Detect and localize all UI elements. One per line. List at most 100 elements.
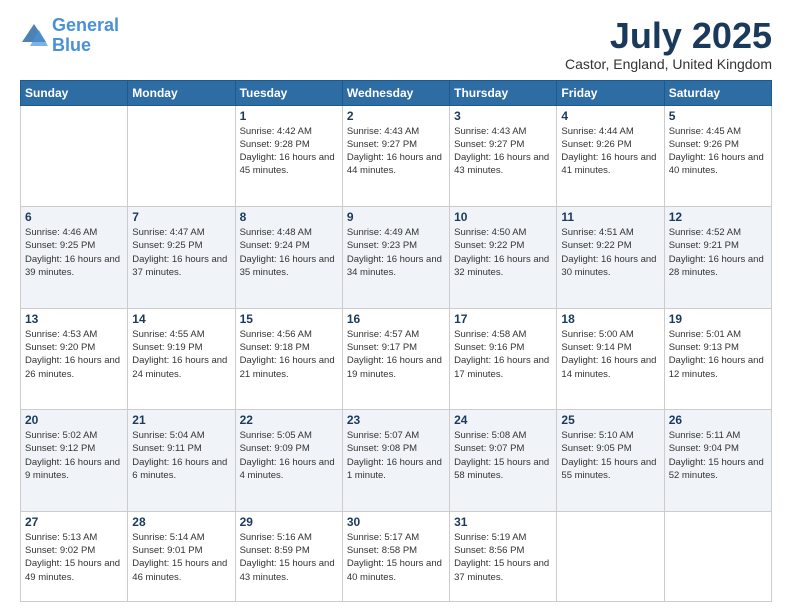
table-row: 4 Sunrise: 4:44 AMSunset: 9:26 PMDaylight… xyxy=(557,105,664,207)
table-row: 15 Sunrise: 4:56 AMSunset: 9:18 PMDayligh… xyxy=(235,308,342,410)
day-info: Sunrise: 4:50 AMSunset: 9:22 PMDaylight:… xyxy=(454,226,552,279)
table-row xyxy=(21,105,128,207)
col-tuesday: Tuesday xyxy=(235,80,342,105)
day-number: 11 xyxy=(561,210,659,224)
table-row xyxy=(557,511,664,601)
day-number: 8 xyxy=(240,210,338,224)
table-row: 5Sunrise: 4:45 AMSunset: 9:26 PMDaylight… xyxy=(664,105,771,207)
col-friday: Friday xyxy=(557,80,664,105)
day-info: Sunrise: 5:17 AMSunset: 8:58 PMDaylight:… xyxy=(347,531,445,584)
table-row: 29 Sunrise: 5:16 AMSunset: 8:59 PMDayligh… xyxy=(235,511,342,601)
day-number: 24 xyxy=(454,413,552,427)
table-row: 11 Sunrise: 4:51 AMSunset: 9:22 PMDayligh… xyxy=(557,207,664,309)
calendar-table: Sunday Monday Tuesday Wednesday Thursday… xyxy=(20,80,772,602)
table-row: 27 Sunrise: 5:13 AMSunset: 9:02 PMDayligh… xyxy=(21,511,128,601)
day-number: 1 xyxy=(240,109,338,123)
table-row: 23 Sunrise: 5:07 AMSunset: 9:08 PMDayligh… xyxy=(342,410,449,512)
table-row: 13 Sunrise: 4:53 AMSunset: 9:20 PMDayligh… xyxy=(21,308,128,410)
col-sunday: Sunday xyxy=(21,80,128,105)
table-row: 3Sunrise: 4:43 AMSunset: 9:27 PMDaylight… xyxy=(450,105,557,207)
table-row: 26 Sunrise: 5:11 AMSunset: 9:04 PMDayligh… xyxy=(664,410,771,512)
calendar-week-row: 13 Sunrise: 4:53 AMSunset: 9:20 PMDayligh… xyxy=(21,308,772,410)
day-number: 9 xyxy=(347,210,445,224)
table-row: 8 Sunrise: 4:48 AMSunset: 9:24 PMDaylight… xyxy=(235,207,342,309)
day-info: Sunrise: 5:19 AMSunset: 8:56 PMDaylight:… xyxy=(454,531,552,584)
day-info: Sunrise: 4:49 AMSunset: 9:23 PMDaylight:… xyxy=(347,226,445,279)
col-thursday: Thursday xyxy=(450,80,557,105)
day-number: 3 xyxy=(454,109,552,123)
day-info: Sunrise: 4:58 AMSunset: 9:16 PMDaylight:… xyxy=(454,328,552,381)
day-info: Sunrise: 4:53 AMSunset: 9:20 PMDaylight:… xyxy=(25,328,123,381)
table-row: 6 Sunrise: 4:46 AMSunset: 9:25 PMDaylight… xyxy=(21,207,128,309)
table-row: 7Sunrise: 4:47 AMSunset: 9:25 PMDaylight… xyxy=(128,207,235,309)
table-row: 1 Sunrise: 4:42 AMSunset: 9:28 PMDaylight… xyxy=(235,105,342,207)
table-row: 12 Sunrise: 4:52 AMSunset: 9:21 PMDayligh… xyxy=(664,207,771,309)
table-row: 16 Sunrise: 4:57 AMSunset: 9:17 PMDayligh… xyxy=(342,308,449,410)
table-row: 25Sunrise: 5:10 AMSunset: 9:05 PMDayligh… xyxy=(557,410,664,512)
day-number: 28 xyxy=(132,515,230,529)
day-info: Sunrise: 4:42 AMSunset: 9:28 PMDaylight:… xyxy=(240,125,338,178)
day-number: 27 xyxy=(25,515,123,529)
day-info: Sunrise: 4:48 AMSunset: 9:24 PMDaylight:… xyxy=(240,226,338,279)
calendar-week-row: 1 Sunrise: 4:42 AMSunset: 9:28 PMDaylight… xyxy=(21,105,772,207)
table-row: 14 Sunrise: 4:55 AMSunset: 9:19 PMDayligh… xyxy=(128,308,235,410)
day-number: 10 xyxy=(454,210,552,224)
col-wednesday: Wednesday xyxy=(342,80,449,105)
table-row: 21Sunrise: 5:04 AMSunset: 9:11 PMDayligh… xyxy=(128,410,235,512)
calendar-week-row: 6 Sunrise: 4:46 AMSunset: 9:25 PMDaylight… xyxy=(21,207,772,309)
day-info: Sunrise: 5:16 AMSunset: 8:59 PMDaylight:… xyxy=(240,531,338,584)
day-info: Sunrise: 4:44 AMSunset: 9:26 PMDaylight:… xyxy=(561,125,659,178)
day-number: 18 xyxy=(561,312,659,326)
location: Castor, England, United Kingdom xyxy=(565,56,772,72)
day-info: Sunrise: 4:46 AMSunset: 9:25 PMDaylight:… xyxy=(25,226,123,279)
logo-text: General Blue xyxy=(52,16,119,56)
table-row: 10 Sunrise: 4:50 AMSunset: 9:22 PMDayligh… xyxy=(450,207,557,309)
table-row: 18Sunrise: 5:00 AMSunset: 9:14 PMDayligh… xyxy=(557,308,664,410)
day-number: 13 xyxy=(25,312,123,326)
day-info: Sunrise: 4:51 AMSunset: 9:22 PMDaylight:… xyxy=(561,226,659,279)
day-info: Sunrise: 4:52 AMSunset: 9:21 PMDaylight:… xyxy=(669,226,767,279)
table-row: 17Sunrise: 4:58 AMSunset: 9:16 PMDayligh… xyxy=(450,308,557,410)
table-row xyxy=(664,511,771,601)
day-number: 16 xyxy=(347,312,445,326)
day-number: 29 xyxy=(240,515,338,529)
day-number: 23 xyxy=(347,413,445,427)
col-saturday: Saturday xyxy=(664,80,771,105)
table-row: 30 Sunrise: 5:17 AMSunset: 8:58 PMDayligh… xyxy=(342,511,449,601)
calendar-header-row: Sunday Monday Tuesday Wednesday Thursday… xyxy=(21,80,772,105)
day-info: Sunrise: 5:13 AMSunset: 9:02 PMDaylight:… xyxy=(25,531,123,584)
logo-icon xyxy=(20,22,48,50)
day-number: 6 xyxy=(25,210,123,224)
day-number: 4 xyxy=(561,109,659,123)
day-info: Sunrise: 5:14 AMSunset: 9:01 PMDaylight:… xyxy=(132,531,230,584)
table-row: 9 Sunrise: 4:49 AMSunset: 9:23 PMDaylight… xyxy=(342,207,449,309)
day-number: 26 xyxy=(669,413,767,427)
day-info: Sunrise: 4:57 AMSunset: 9:17 PMDaylight:… xyxy=(347,328,445,381)
day-info: Sunrise: 4:56 AMSunset: 9:18 PMDaylight:… xyxy=(240,328,338,381)
day-info: Sunrise: 4:45 AMSunset: 9:26 PMDaylight:… xyxy=(669,125,767,178)
day-number: 7 xyxy=(132,210,230,224)
day-number: 30 xyxy=(347,515,445,529)
table-row: 19Sunrise: 5:01 AMSunset: 9:13 PMDayligh… xyxy=(664,308,771,410)
day-info: Sunrise: 5:11 AMSunset: 9:04 PMDaylight:… xyxy=(669,429,767,482)
table-row: 28 Sunrise: 5:14 AMSunset: 9:01 PMDayligh… xyxy=(128,511,235,601)
day-number: 22 xyxy=(240,413,338,427)
day-info: Sunrise: 5:07 AMSunset: 9:08 PMDaylight:… xyxy=(347,429,445,482)
calendar-week-row: 20Sunrise: 5:02 AMSunset: 9:12 PMDayligh… xyxy=(21,410,772,512)
col-monday: Monday xyxy=(128,80,235,105)
day-info: Sunrise: 5:01 AMSunset: 9:13 PMDaylight:… xyxy=(669,328,767,381)
day-info: Sunrise: 4:43 AMSunset: 9:27 PMDaylight:… xyxy=(347,125,445,178)
day-number: 20 xyxy=(25,413,123,427)
day-number: 31 xyxy=(454,515,552,529)
day-number: 12 xyxy=(669,210,767,224)
table-row: 24Sunrise: 5:08 AMSunset: 9:07 PMDayligh… xyxy=(450,410,557,512)
month-title: July 2025 xyxy=(565,16,772,56)
day-number: 15 xyxy=(240,312,338,326)
day-info: Sunrise: 4:55 AMSunset: 9:19 PMDaylight:… xyxy=(132,328,230,381)
calendar-week-row: 27 Sunrise: 5:13 AMSunset: 9:02 PMDayligh… xyxy=(21,511,772,601)
day-info: Sunrise: 5:05 AMSunset: 9:09 PMDaylight:… xyxy=(240,429,338,482)
header: General Blue July 2025 Castor, England, … xyxy=(20,16,772,72)
day-number: 14 xyxy=(132,312,230,326)
page: General Blue July 2025 Castor, England, … xyxy=(0,0,792,612)
table-row: 20Sunrise: 5:02 AMSunset: 9:12 PMDayligh… xyxy=(21,410,128,512)
